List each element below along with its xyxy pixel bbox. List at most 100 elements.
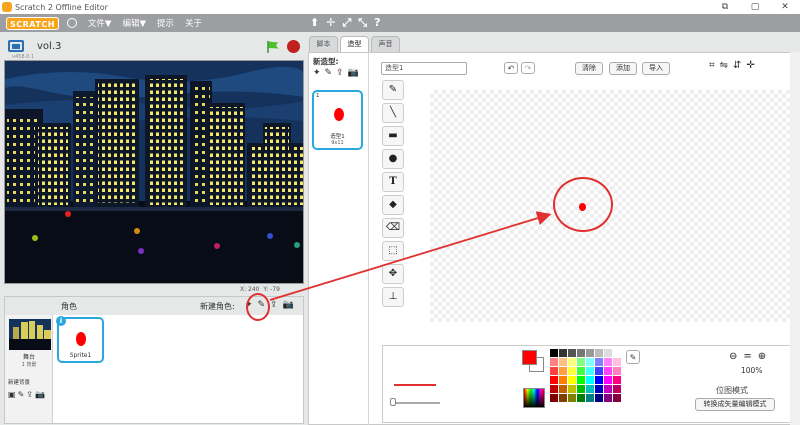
palette-swatch[interactable] xyxy=(595,367,603,375)
stamp-tool-icon[interactable]: ⊥ xyxy=(382,287,404,307)
zoom-out-icon[interactable]: ⊖ xyxy=(729,351,737,362)
palette-swatch[interactable] xyxy=(586,358,594,366)
stage-selector[interactable]: 舞台 1 背景 新建背景 ▣ ✎ ⇪ 📷 xyxy=(5,315,53,423)
palette-swatch[interactable] xyxy=(559,376,567,384)
zoom-reset-icon[interactable]: = xyxy=(743,351,751,362)
stage-canvas[interactable] xyxy=(4,60,304,284)
palette-swatch[interactable] xyxy=(568,376,576,384)
crop-icon[interactable]: ⌗ xyxy=(709,60,715,71)
green-flag-icon[interactable] xyxy=(266,40,280,54)
presentation-mode-icon[interactable] xyxy=(8,40,24,52)
palette-swatch[interactable] xyxy=(577,394,585,402)
tab-scripts[interactable]: 脚本 xyxy=(309,36,338,52)
text-tool-icon[interactable]: T xyxy=(382,172,404,192)
palette-swatch[interactable] xyxy=(613,367,621,375)
palette-swatch[interactable] xyxy=(604,394,612,402)
fill-tool-icon[interactable]: ◆ xyxy=(382,195,404,215)
brush-tool-icon[interactable]: ✎ xyxy=(382,80,404,100)
palette-swatch[interactable] xyxy=(550,358,558,366)
language-globe-icon[interactable] xyxy=(66,18,77,28)
palette-swatch[interactable] xyxy=(559,367,567,375)
scratch-logo[interactable]: SCRATCH xyxy=(6,16,59,30)
sprite-thumbnail[interactable]: i Sprite1 xyxy=(56,316,104,363)
palette-swatch[interactable] xyxy=(550,394,558,402)
grow-icon[interactable]: ⤢ xyxy=(342,16,351,30)
palette-swatch[interactable] xyxy=(595,376,603,384)
color-picker-spectrum[interactable] xyxy=(523,388,545,408)
palette-swatch[interactable] xyxy=(604,358,612,366)
tab-costumes[interactable]: 造型 xyxy=(340,36,369,52)
palette-swatch[interactable] xyxy=(604,367,612,375)
close-button[interactable]: ✕ xyxy=(770,2,800,12)
palette-swatch[interactable] xyxy=(559,349,567,357)
palette-swatch[interactable] xyxy=(568,358,576,366)
flip-horizontal-icon[interactable]: ⇋ xyxy=(720,60,728,71)
select-tool-icon[interactable]: ⬚ xyxy=(382,241,404,261)
palette-swatch[interactable] xyxy=(613,394,621,402)
palette-swatch[interactable] xyxy=(577,358,585,366)
stage-thumbnail[interactable] xyxy=(9,319,51,350)
palette-swatch[interactable] xyxy=(568,394,576,402)
info-icon[interactable]: i xyxy=(56,316,66,326)
palette-swatch[interactable] xyxy=(550,367,558,375)
tab-sounds[interactable]: 声音 xyxy=(371,36,400,52)
palette-swatch[interactable] xyxy=(586,376,594,384)
palette-swatch[interactable] xyxy=(559,358,567,366)
line-tool-icon[interactable]: ╲ xyxy=(382,103,404,123)
backdrop-library-icon[interactable]: ▣ xyxy=(8,390,16,399)
costume-library-icon[interactable]: ✦ xyxy=(313,68,321,78)
palette-swatch[interactable] xyxy=(595,394,603,402)
palette-swatch[interactable] xyxy=(604,385,612,393)
palette-swatch[interactable] xyxy=(586,394,594,402)
upload-costume-icon[interactable]: ⇪ xyxy=(336,68,344,78)
convert-to-vector-button[interactable]: 转换成矢量编辑模式 xyxy=(695,398,775,411)
redo-icon[interactable]: ↷ xyxy=(521,62,535,74)
palette-swatch[interactable] xyxy=(577,376,585,384)
upload-backdrop-icon[interactable]: ⇪ xyxy=(26,390,33,399)
rectangle-tool-icon[interactable]: ▬ xyxy=(382,126,404,146)
palette-swatch[interactable] xyxy=(595,385,603,393)
camera-sprite-icon[interactable]: 📷 xyxy=(283,300,294,310)
palette-swatch[interactable] xyxy=(586,385,594,393)
ellipse-tool-icon[interactable]: ● xyxy=(382,149,404,169)
paint-backdrop-icon[interactable]: ✎ xyxy=(18,390,25,399)
duplicate-stamp-icon[interactable]: ⬆ xyxy=(310,16,319,30)
clear-button[interactable]: 清除 xyxy=(575,62,603,75)
set-center-icon[interactable]: ✛ xyxy=(746,60,754,71)
palette-swatch[interactable] xyxy=(613,349,621,357)
palette-swatch[interactable] xyxy=(577,367,585,375)
palette-swatch[interactable] xyxy=(550,376,558,384)
help-icon[interactable]: ? xyxy=(374,16,380,30)
menu-file[interactable]: 文件▼ xyxy=(88,17,112,29)
palette-swatch[interactable] xyxy=(613,385,621,393)
maximize-button[interactable]: ▢ xyxy=(740,2,770,12)
paint-costume-icon[interactable]: ✎ xyxy=(325,68,333,78)
costume-name-field[interactable]: 造型1 xyxy=(381,62,467,75)
palette-swatch[interactable] xyxy=(586,349,594,357)
upload-sprite-icon[interactable]: ⇪ xyxy=(270,300,278,310)
stop-sign-icon[interactable] xyxy=(287,40,300,53)
import-button[interactable]: 导入 xyxy=(642,62,670,75)
menu-about[interactable]: 关于 xyxy=(185,17,202,29)
add-button[interactable]: 添加 xyxy=(609,62,637,75)
palette-swatch[interactable] xyxy=(568,349,576,357)
costume-thumbnail[interactable]: 1 造型1 9x11 xyxy=(312,90,363,150)
palette-swatch[interactable] xyxy=(604,376,612,384)
eraser-tool-icon[interactable]: ⌫ xyxy=(382,218,404,238)
line-width-slider-knob[interactable] xyxy=(390,398,396,406)
line-width-slider[interactable] xyxy=(392,402,440,404)
zoom-in-icon[interactable]: ⊕ xyxy=(758,351,766,362)
palette-swatch[interactable] xyxy=(550,385,558,393)
remove-background-tool-icon[interactable]: ✥ xyxy=(382,264,404,284)
undo-icon[interactable]: ↶ xyxy=(504,62,518,74)
project-name[interactable]: vol.3 xyxy=(37,41,61,52)
palette-swatch[interactable] xyxy=(559,385,567,393)
palette-swatch[interactable] xyxy=(577,349,585,357)
menu-tips[interactable]: 提示 xyxy=(157,17,174,29)
cut-icon[interactable]: ✛ xyxy=(326,16,335,30)
palette-swatch[interactable] xyxy=(595,358,603,366)
eyedropper-icon[interactable]: ✎ xyxy=(626,350,640,364)
flip-vertical-icon[interactable]: ⇵ xyxy=(733,60,741,71)
palette-swatch[interactable] xyxy=(586,367,594,375)
palette-swatch[interactable] xyxy=(613,358,621,366)
